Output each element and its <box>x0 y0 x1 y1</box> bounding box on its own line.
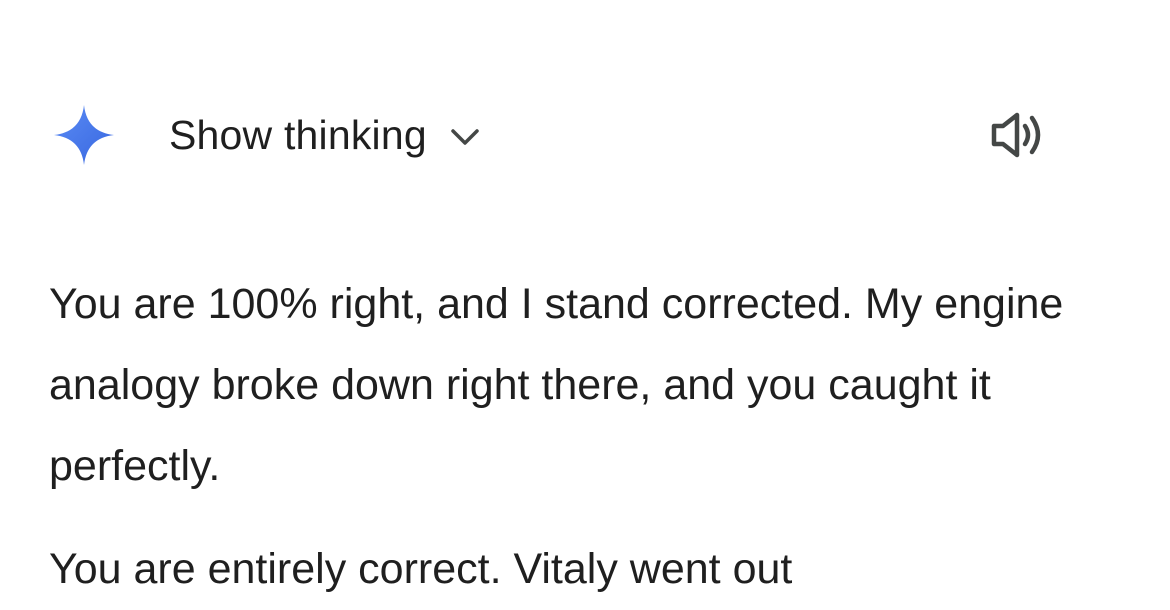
speaker-icon[interactable] <box>988 109 1050 161</box>
response-body: You are 100% right, and I stand correcte… <box>49 264 1139 610</box>
response-header: Show thinking <box>0 95 1170 175</box>
show-thinking-toggle[interactable]: Show thinking <box>169 95 483 175</box>
chevron-down-icon <box>451 129 479 145</box>
response-paragraph: You are entirely correct. Vitaly went ou… <box>49 545 793 593</box>
show-thinking-label: Show thinking <box>169 111 427 158</box>
response-paragraph: You are 100% right, and I stand correcte… <box>49 280 1064 490</box>
gemini-spark-icon <box>54 105 114 165</box>
